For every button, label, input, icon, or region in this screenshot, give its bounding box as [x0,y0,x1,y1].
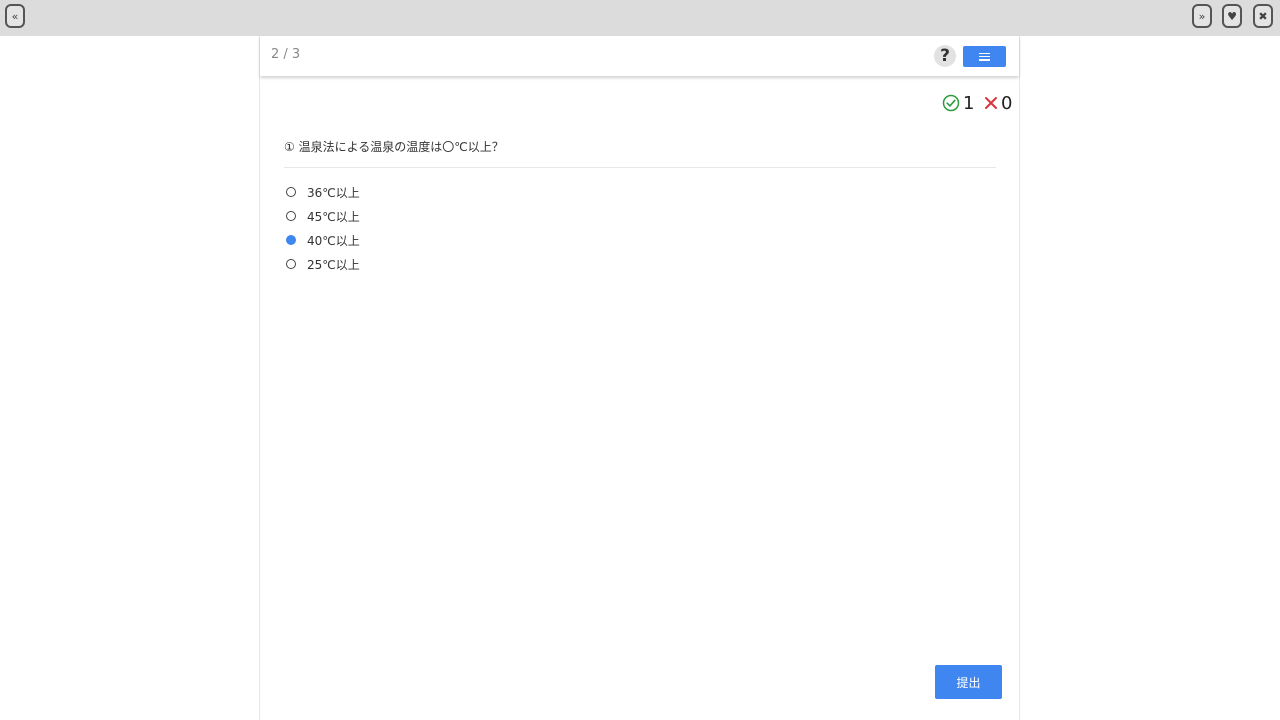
window-titlebar: « » ♥ ✖ [0,0,1280,36]
radio-button[interactable] [286,259,296,269]
favorite-button[interactable]: ♥ [1222,4,1242,28]
option-25[interactable]: 25℃以上 [286,252,360,276]
option-label: 25℃以上 [307,257,360,272]
option-label: 40℃以上 [307,233,360,248]
answer-options: 36℃以上 45℃以上 40℃以上 25℃以上 [286,180,360,276]
cross-icon [985,97,997,109]
check-circle-icon [942,94,960,112]
quiz-card: 2 / 3 ? 1 0 ① 温泉法による温泉の温度は〇℃以上？ 36℃以上 45… [259,36,1020,720]
progress-indicator: 2 / 3 [271,47,301,62]
option-40[interactable]: 40℃以上 [286,228,360,252]
correct-count-value: 1 [963,92,975,114]
option-36[interactable]: 36℃以上 [286,180,360,204]
menu-button[interactable] [963,46,1006,67]
correct-count: 1 [942,92,974,114]
help-button[interactable]: ? [934,45,956,67]
wrong-count: 0 [984,92,1012,114]
submit-button[interactable]: 提出 [935,665,1002,699]
question-mark-icon: ? [940,46,950,66]
option-label: 36℃以上 [307,185,360,200]
question-text: ① 温泉法による温泉の温度は〇℃以上？ [284,140,504,154]
wrong-count-value: 0 [1001,92,1013,114]
divider [284,167,996,168]
radio-button[interactable] [286,187,296,197]
double-chevron-right-icon: » [1198,9,1206,23]
close-icon: ✖ [1258,9,1268,23]
close-button[interactable]: ✖ [1253,4,1273,28]
option-45[interactable]: 45℃以上 [286,204,360,228]
heart-icon: ♥ [1227,9,1237,23]
double-chevron-up-icon: « [11,9,19,23]
forward-button[interactable]: » [1192,4,1212,28]
option-label: 45℃以上 [307,209,360,224]
quiz-header: 2 / 3 ? [260,36,1019,76]
collapse-button[interactable]: « [5,4,25,28]
radio-button[interactable] [286,211,296,221]
radio-button-selected[interactable] [286,235,296,245]
hamburger-menu-icon [979,52,990,61]
